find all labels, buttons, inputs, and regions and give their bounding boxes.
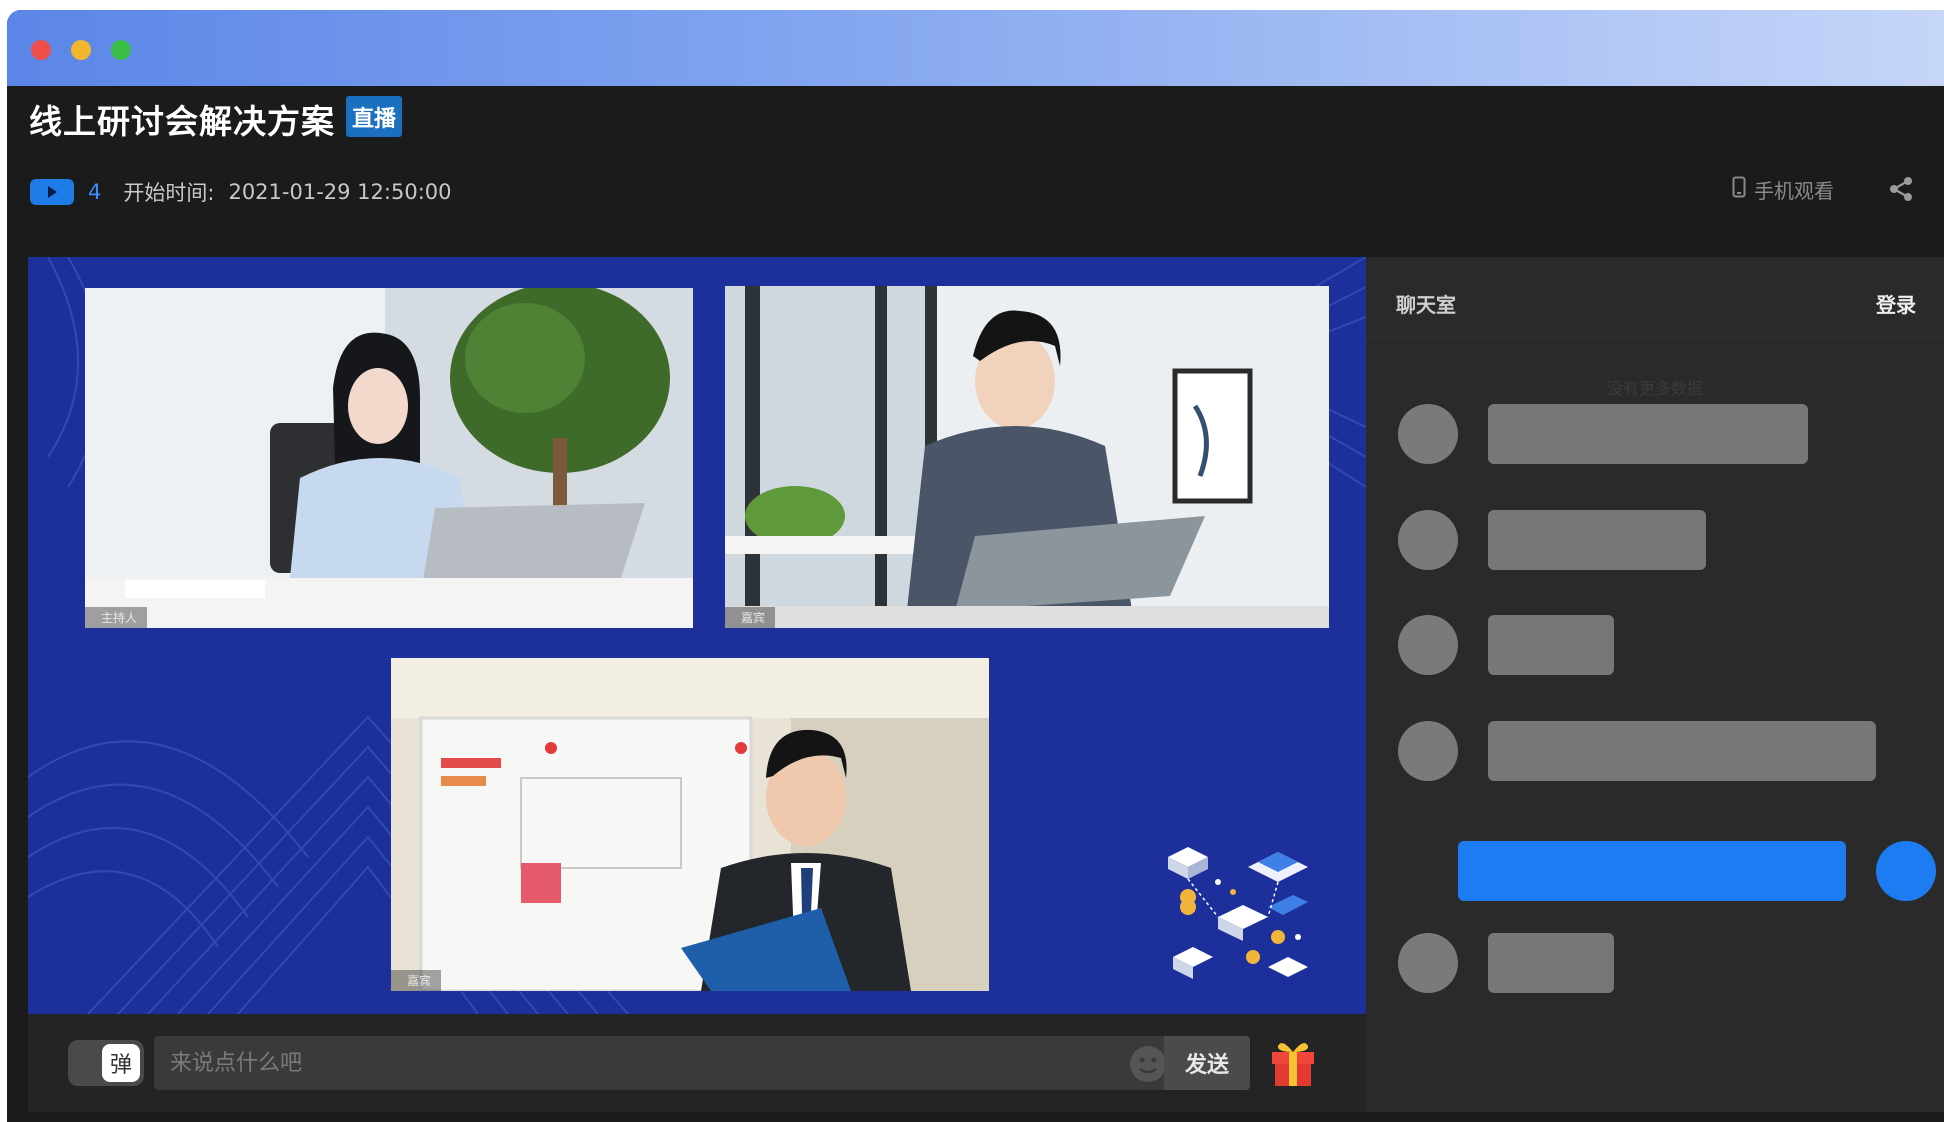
skeleton-avatar	[1398, 721, 1458, 781]
page-title: 线上研讨会解决方案	[29, 102, 335, 141]
skeleton-avatar	[1398, 615, 1458, 675]
skeleton-message	[1488, 933, 1614, 993]
live-badge: 直播	[346, 96, 402, 137]
skeleton-message	[1488, 404, 1808, 464]
viewer-count: 4	[88, 180, 102, 204]
chat-header: 聊天室 登录	[1366, 257, 1944, 338]
skeleton-message	[1488, 721, 1876, 781]
chat-title: 聊天室	[1396, 293, 1456, 317]
danmu-toggle-label: 弹	[102, 1044, 140, 1082]
guest-1-video-frame	[725, 286, 1329, 628]
chat-message-input[interactable]	[154, 1036, 1164, 1090]
skeleton-avatar	[1398, 404, 1458, 464]
share-icon[interactable]	[1888, 176, 1914, 206]
video-stage: 主持人 嘉宾 嘉宾	[28, 257, 1366, 1014]
guest-2-role-label: 嘉宾	[391, 970, 442, 991]
send-button[interactable]: 发送	[1164, 1036, 1250, 1090]
meta-row: 4 开始时间: 2021-01-29 12:50:00	[30, 175, 452, 209]
close-window-button[interactable]	[31, 40, 51, 60]
login-link[interactable]: 登录	[1876, 289, 1916, 318]
video-host[interactable]: 主持人	[85, 288, 693, 628]
emoji-icon[interactable]	[1128, 1044, 1168, 1088]
video-guest-1[interactable]: 嘉宾	[725, 286, 1329, 628]
chat-panel: 聊天室 登录 没有更多数据	[1366, 257, 1944, 1112]
start-time-value: 2021-01-29 12:50:00	[228, 180, 452, 204]
titlebar	[7, 10, 1944, 86]
maximize-window-button[interactable]	[111, 40, 131, 60]
guest-1-role-label: 嘉宾	[725, 607, 776, 628]
minimize-window-button[interactable]	[71, 40, 91, 60]
start-time-label: 开始时间:	[123, 181, 215, 205]
play-icon	[30, 179, 74, 205]
skeleton-message	[1488, 615, 1614, 675]
skeleton-own-message	[1458, 841, 1846, 901]
host-video-frame	[85, 288, 693, 628]
danmu-toggle[interactable]: 弹	[68, 1040, 144, 1086]
gift-icon[interactable]	[1268, 1036, 1318, 1092]
host-role-label: 主持人	[85, 607, 148, 628]
skeleton-own-avatar	[1876, 841, 1936, 901]
skeleton-message	[1488, 510, 1706, 570]
skeleton-avatar	[1398, 510, 1458, 570]
guest-2-video-frame	[391, 658, 989, 991]
isometric-illustration	[1168, 847, 1308, 979]
mobile-watch-link[interactable]: 手机观看	[1732, 175, 1834, 204]
no-more-data-text: 没有更多数据	[1606, 379, 1703, 398]
mobile-phone-icon	[1732, 176, 1746, 203]
video-guest-2[interactable]: 嘉宾	[391, 658, 989, 991]
skeleton-avatar	[1398, 933, 1458, 993]
input-bar: 弹 发送	[28, 1014, 1366, 1112]
mobile-watch-label: 手机观看	[1754, 179, 1834, 203]
